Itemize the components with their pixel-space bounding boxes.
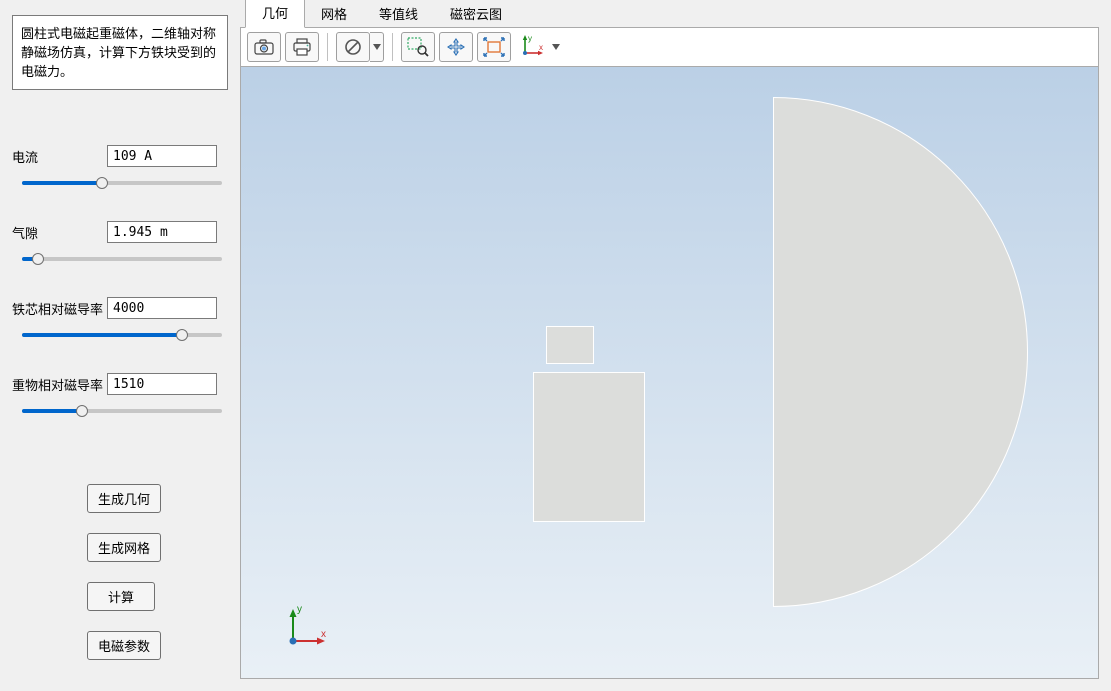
zoom-box-icon[interactable] bbox=[401, 32, 435, 62]
solve-button[interactable]: 计算 bbox=[87, 582, 155, 611]
gap-input[interactable] bbox=[107, 221, 217, 243]
current-input[interactable] bbox=[107, 145, 217, 167]
axes-triad: y x bbox=[281, 603, 331, 653]
forbid-icon[interactable] bbox=[336, 32, 370, 62]
param-load-mu: 重物相对磁导率 bbox=[12, 373, 228, 419]
param-current: 电流 bbox=[12, 145, 228, 191]
description-box: 圆柱式电磁起重磁体，二维轴对称静磁场仿真，计算下方铁块受到的电磁力。 bbox=[12, 15, 228, 90]
param-label: 重物相对磁导率 bbox=[12, 375, 107, 394]
generate-geometry-button[interactable]: 生成几何 bbox=[87, 484, 161, 513]
core-mu-slider[interactable] bbox=[22, 325, 222, 343]
print-icon[interactable] bbox=[285, 32, 319, 62]
camera-icon[interactable] bbox=[247, 32, 281, 62]
toolbar-separator bbox=[392, 33, 393, 61]
parameter-section: 电流 气隙 bbox=[12, 145, 228, 449]
generate-mesh-button[interactable]: 生成网格 bbox=[87, 533, 161, 562]
em-params-button[interactable]: 电磁参数 bbox=[87, 631, 161, 660]
triad-y-label: y bbox=[297, 604, 302, 615]
tab-geometry[interactable]: 几何 bbox=[245, 0, 305, 28]
load-mu-input[interactable] bbox=[107, 373, 217, 395]
zoom-extents-icon[interactable] bbox=[477, 32, 511, 62]
pan-icon[interactable] bbox=[439, 32, 473, 62]
toolbar-separator bbox=[327, 33, 328, 61]
param-core-mu: 铁芯相对磁导率 bbox=[12, 297, 228, 343]
tab-mesh[interactable]: 网格 bbox=[305, 0, 363, 28]
param-label: 电流 bbox=[12, 147, 107, 166]
current-slider[interactable] bbox=[22, 173, 222, 191]
param-label: 铁芯相对磁导率 bbox=[12, 299, 107, 318]
gap-slider[interactable] bbox=[22, 249, 222, 267]
axes-mini-icon[interactable]: y x bbox=[515, 32, 549, 62]
svg-text:y: y bbox=[528, 35, 532, 43]
param-gap: 气隙 bbox=[12, 221, 228, 267]
load-mu-slider[interactable] bbox=[22, 401, 222, 419]
forbid-dropdown[interactable] bbox=[370, 32, 384, 62]
axes-dropdown[interactable] bbox=[549, 32, 563, 62]
action-buttons: 生成几何 生成网格 计算 电磁参数 bbox=[12, 484, 228, 660]
view-tabs: 几何 网格 等值线 磁密云图 bbox=[240, 0, 1099, 28]
geometry-axis-line bbox=[773, 97, 774, 607]
svg-text:x: x bbox=[539, 43, 543, 52]
right-panel: 几何 网格 等值线 磁密云图 bbox=[240, 0, 1111, 691]
left-panel: 圆柱式电磁起重磁体，二维轴对称静磁场仿真，计算下方铁块受到的电磁力。 电流 气隙 bbox=[0, 0, 240, 691]
core-mu-input[interactable] bbox=[107, 297, 217, 319]
graphics-viewport[interactable]: y x bbox=[240, 67, 1099, 679]
geometry-iron-block bbox=[533, 372, 645, 522]
toolbar: y x bbox=[240, 27, 1099, 67]
geometry-coil-rect bbox=[546, 326, 594, 364]
tab-isoline[interactable]: 等值线 bbox=[363, 0, 434, 28]
param-label: 气隙 bbox=[12, 223, 107, 242]
tab-fluxcloud[interactable]: 磁密云图 bbox=[434, 0, 518, 28]
triad-x-label: x bbox=[321, 629, 326, 640]
